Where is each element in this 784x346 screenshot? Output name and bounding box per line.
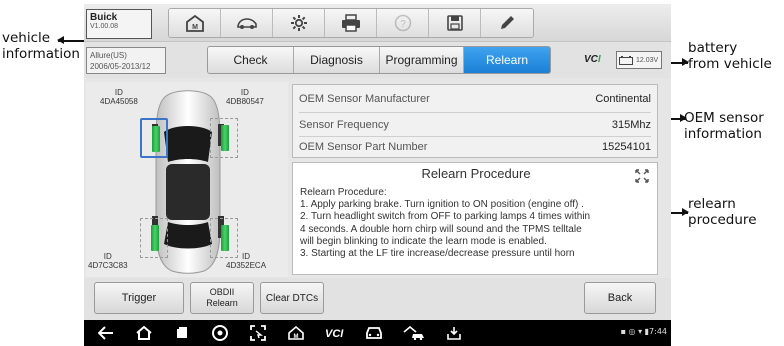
- tab-relearn[interactable]: Relearn: [464, 47, 550, 73]
- tire-front-right[interactable]: [210, 118, 238, 158]
- svg-text:M: M: [192, 24, 198, 31]
- vehicle-name-box: Buick V1.00.08: [86, 9, 152, 39]
- recents-icon: [177, 327, 187, 338]
- sub-bar: Allure(US) 2006/05-2013/12 Check Diagnos…: [84, 42, 671, 78]
- nav-recents-button[interactable]: [172, 324, 192, 342]
- info-row-frequency: Sensor Frequency 315Mhz: [299, 119, 651, 131]
- vehicle-swap-button[interactable]: [221, 9, 273, 37]
- battery-icon: [619, 55, 633, 65]
- device-screen: Buick V1.00.08 M ? Allure(US) 2006/05-20…: [84, 4, 671, 346]
- nav-update-button[interactable]: [444, 324, 464, 342]
- annotation-vehicle-info: vehicle information: [2, 30, 80, 62]
- annotation-oem: OEM sensor information: [684, 110, 764, 142]
- print-icon: [341, 14, 360, 32]
- svg-text:?: ?: [400, 19, 406, 30]
- vehicle-make: Buick: [90, 12, 118, 23]
- top-bar: Buick V1.00.08 M ?: [84, 4, 671, 42]
- sensor-id-front-right: ID 4DB80547: [226, 88, 264, 106]
- back-button[interactable]: Back: [584, 282, 656, 314]
- sensor-status-bar: [152, 126, 160, 152]
- home-icon: M: [185, 14, 204, 32]
- settings-icon: [290, 15, 307, 31]
- tab-diagnosis[interactable]: Diagnosis: [294, 47, 380, 73]
- vehicle-years: 2006/05-2013/12: [90, 62, 151, 71]
- back-icon: [98, 326, 113, 340]
- annotation-battery: battery from vehicle: [688, 40, 772, 72]
- nav-chrome-button[interactable]: [210, 324, 230, 342]
- nav-back-button[interactable]: [96, 324, 116, 342]
- nav-car-button[interactable]: [364, 324, 384, 342]
- tab-programming[interactable]: Programming: [380, 47, 464, 73]
- trigger-button[interactable]: Trigger: [94, 282, 184, 314]
- sensor-id-rear-left: ID 4D7C3C83: [88, 252, 128, 270]
- info-row-part-number: OEM Sensor Part Number 15254101: [299, 141, 651, 153]
- tire-front-left[interactable]: [140, 118, 168, 158]
- home-button[interactable]: M: [169, 9, 221, 37]
- annotation-relearn: relearn procedure: [688, 196, 757, 228]
- vci-icon: VCI: [325, 328, 344, 340]
- help-button[interactable]: ?: [377, 9, 429, 37]
- nav-vci-button[interactable]: VCI: [324, 324, 350, 342]
- bottom-button-bar: Trigger OBDII Relearn Clear DTCs Back: [84, 278, 671, 320]
- divider: [299, 112, 651, 113]
- house-icon: M: [288, 326, 304, 340]
- vci-indicator: VCI: [584, 54, 601, 65]
- nav-garage-button[interactable]: [402, 324, 426, 342]
- function-tabs: Check Diagnosis Programming Relearn: [207, 46, 551, 74]
- sensor-status-bar: [151, 225, 159, 251]
- save-button[interactable]: [429, 9, 481, 37]
- battery-voltage-box: 12.03V: [616, 51, 662, 69]
- tab-check[interactable]: Check: [208, 47, 294, 73]
- car-icon: [366, 327, 382, 339]
- nav-screenshot-button[interactable]: [248, 324, 268, 342]
- software-version: V1.00.08: [90, 23, 119, 30]
- relearn-procedure-panel[interactable]: Relearn Procedure Relearn Procedure: 1. …: [292, 162, 658, 275]
- battery-voltage: 12.03V: [636, 56, 659, 64]
- vehicle-model: Allure(US): [90, 51, 127, 60]
- tire-sensor-panel: ID 4DA45058 ID 4DB80547 ID 4D7C3C83 ID 4…: [86, 82, 288, 277]
- print-button[interactable]: [325, 9, 377, 37]
- nav-home-button[interactable]: [134, 324, 154, 342]
- clear-dtcs-button[interactable]: Clear DTCs: [260, 282, 324, 314]
- home-icon: [136, 326, 152, 340]
- oem-sensor-info-panel: OEM Sensor Manufacturer Continental Sens…: [292, 84, 658, 158]
- tire-rear-left[interactable]: [140, 218, 168, 258]
- vehicle-info-box: Allure(US) 2006/05-2013/12: [86, 47, 166, 74]
- pen-button[interactable]: [481, 9, 533, 37]
- annotation-arrow-vehicle: [57, 37, 84, 43]
- tire-rear-right[interactable]: [210, 218, 238, 258]
- help-icon: ?: [394, 14, 411, 32]
- save-icon: [446, 15, 463, 31]
- screenshot-icon: [250, 325, 266, 341]
- relearn-title: Relearn Procedure: [421, 166, 531, 181]
- obdii-relearn-button[interactable]: OBDII Relearn: [190, 282, 254, 314]
- chrome-icon: [212, 325, 228, 341]
- expand-icon[interactable]: [635, 169, 649, 183]
- relearn-text: Relearn Procedure: 1. Apply parking brak…: [300, 187, 591, 260]
- pen-icon: [501, 16, 514, 29]
- nav-app-home-button[interactable]: M: [286, 324, 306, 342]
- svg-text:M: M: [294, 334, 299, 340]
- garage-icon: [403, 326, 424, 340]
- sensor-status-bar: [221, 225, 229, 251]
- info-row-manufacturer: OEM Sensor Manufacturer Continental: [299, 93, 651, 105]
- android-nav-bar: M VCI ▪ ◎ ▾ ▮7:44: [84, 320, 671, 346]
- sensor-id-front-left: ID 4DA45058: [100, 88, 138, 106]
- update-icon: [447, 327, 461, 340]
- toolbar: M ?: [168, 8, 534, 38]
- settings-button[interactable]: [273, 9, 325, 37]
- status-bar-clock: ▪ ◎ ▾ ▮7:44: [620, 327, 667, 336]
- svg-text:VCI: VCI: [325, 328, 344, 340]
- vehicle-swap-icon: [236, 18, 257, 29]
- sensor-status-bar: [221, 125, 229, 151]
